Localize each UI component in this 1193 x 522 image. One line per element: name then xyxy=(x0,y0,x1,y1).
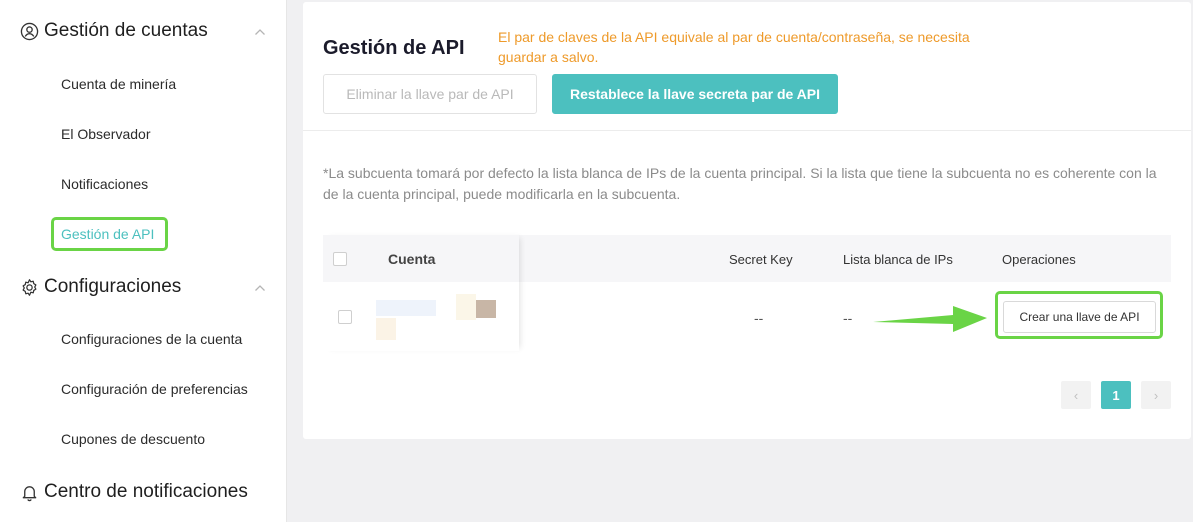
group-title: Configuraciones xyxy=(44,276,182,297)
fixed-column-shadow xyxy=(323,235,519,351)
secret-key-cell: -- xyxy=(754,310,764,326)
column-header-operations: Operaciones xyxy=(1002,252,1076,267)
column-header-ip-whitelist: Lista blanca de IPs xyxy=(843,252,953,267)
sidebar-item-mining-account[interactable]: Cuenta de minería xyxy=(61,76,176,92)
section-divider xyxy=(303,130,1191,131)
chevron-up-icon[interactable] xyxy=(254,23,266,41)
row-checkbox[interactable] xyxy=(338,310,352,324)
group-settings[interactable]: Configuraciones xyxy=(20,276,272,298)
gear-icon xyxy=(20,278,39,297)
group-notification-center[interactable]: Centro de notificaciones xyxy=(20,481,272,503)
sidebar-item-observer[interactable]: El Observador xyxy=(61,126,150,142)
delete-api-key-button[interactable]: Eliminar la llave par de API xyxy=(323,74,537,114)
ip-whitelist-cell: -- xyxy=(843,310,853,326)
sidebar-item-account-settings[interactable]: Configuraciones de la cuenta xyxy=(61,331,242,347)
sidebar-item-api-management[interactable]: Gestión de API xyxy=(61,226,154,242)
security-notice: El par de claves de la API equivale al p… xyxy=(498,29,970,65)
group-title: Centro de notificaciones xyxy=(44,481,248,502)
pagination-prev-button[interactable]: ‹ xyxy=(1061,381,1091,409)
pagination-page-1[interactable]: 1 xyxy=(1101,381,1131,409)
sidebar-item-notifications[interactable]: Notificaciones xyxy=(61,176,148,192)
group-title: Gestión de cuentas xyxy=(44,20,208,41)
bell-icon xyxy=(20,483,39,502)
chevron-up-icon[interactable] xyxy=(254,279,266,297)
whitelist-hint: *La subcuenta tomará por defecto la list… xyxy=(323,165,1157,202)
page-title: Gestión de API xyxy=(323,37,465,59)
column-header-secret-key: Secret Key xyxy=(729,252,793,267)
api-management-panel: Gestión de API El par de claves de la AP… xyxy=(303,2,1191,439)
sidebar-item-coupons[interactable]: Cupones de descuento xyxy=(61,431,205,447)
reset-api-secret-button[interactable]: Restablece la llave secreta par de API xyxy=(552,74,838,114)
sidebar: Gestión de cuentas Cuenta de minería El … xyxy=(0,0,287,522)
group-account-management[interactable]: Gestión de cuentas xyxy=(20,20,272,42)
create-api-key-button[interactable]: Crear una llave de API xyxy=(1003,301,1156,333)
user-circle-icon xyxy=(20,22,39,41)
green-arrow-annotation xyxy=(873,306,987,332)
pagination-next-button[interactable]: › xyxy=(1141,381,1171,409)
sidebar-item-preferences[interactable]: Configuración de preferencias xyxy=(61,381,248,397)
